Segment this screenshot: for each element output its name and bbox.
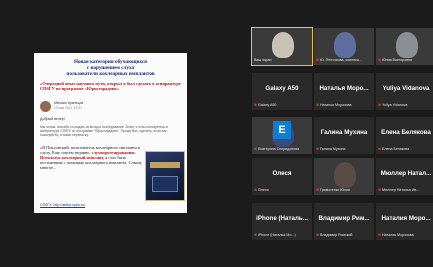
participant-caption: ✖Елена Белякова bbox=[378, 147, 433, 152]
participant-name: iPhone (Наталь... bbox=[256, 215, 308, 222]
participant-caption-text: Yuliya Vidanova bbox=[382, 103, 408, 107]
participant-caption: ✖Мюллер Наталья Ив... bbox=[378, 188, 433, 193]
post-date: 10 мая 2021, 19:31 bbox=[54, 106, 82, 110]
participant-video bbox=[334, 162, 356, 188]
participant-caption: ✖Наталия Морозова bbox=[378, 233, 433, 238]
participant-tile[interactable]: Олеся ✖Олеся bbox=[252, 158, 312, 195]
participant-caption-text: iPhone (Наталья Мо...) bbox=[258, 233, 296, 237]
participant-name: Галина Мухина bbox=[320, 129, 368, 136]
shared-presentation-slide: Новая категория обучающихся с нарушением… bbox=[34, 53, 187, 213]
participant-caption: ✖Ю. Пеночкова, клиника... bbox=[316, 58, 372, 63]
participant-caption-text: Юлия Викторовна bbox=[382, 58, 413, 62]
participant-caption: Ваш экран bbox=[254, 58, 310, 63]
slide-title: Новая категория обучающихся с нарушением… bbox=[40, 59, 181, 78]
participant-tile[interactable]: Мюллер Натал... ✖Мюллер Наталья Ив... bbox=[376, 158, 433, 195]
participant-caption-text: Наталия Морозова bbox=[382, 233, 414, 237]
participant-caption: ✖Грамотенко Юлия bbox=[316, 188, 372, 193]
participant-caption: ✖Владимир Римский bbox=[316, 233, 372, 238]
mic-muted-icon: ✖ bbox=[316, 147, 320, 151]
slide-link[interactable]: СПбГУ: http://abitur.spbu.ru/ bbox=[40, 203, 85, 207]
participant-caption-text: Владимир Римский bbox=[320, 233, 353, 237]
participant-video bbox=[272, 32, 294, 58]
book-stripe bbox=[150, 162, 180, 168]
book-panel bbox=[152, 176, 178, 192]
participant-caption: ✖Galaxy A50 bbox=[254, 103, 310, 108]
participant-tile[interactable]: ✖Юлия Викторовна bbox=[376, 28, 433, 65]
participant-caption-text: Олеся bbox=[258, 188, 269, 192]
mic-muted-icon: ✖ bbox=[378, 188, 382, 192]
mic-muted-icon: ✖ bbox=[316, 58, 320, 62]
participant-tile[interactable]: Ваш экран bbox=[251, 27, 313, 66]
post-author: Михаил Кузнецов bbox=[54, 101, 84, 105]
participant-caption-text: Ваш экран bbox=[254, 58, 272, 62]
mic-muted-icon: ✖ bbox=[378, 103, 382, 107]
participant-name: Наталья Моро... bbox=[319, 85, 369, 92]
participant-caption-text: Екатерина Спиридонова bbox=[258, 147, 300, 151]
participant-caption: ✖Галина Мухина bbox=[316, 147, 372, 152]
participant-tile[interactable]: Yuliya Vidanova ✖Yuliya Vidanova bbox=[376, 73, 433, 110]
mic-muted-icon: ✖ bbox=[316, 188, 320, 192]
book-cover-image bbox=[145, 151, 185, 201]
participant-caption-text: Galaxy A50 bbox=[258, 103, 277, 107]
participant-tile[interactable]: Галина Мухина ✖Галина Мухина bbox=[314, 117, 374, 154]
participant-name: Yuliya Vidanova bbox=[382, 85, 430, 92]
participant-name: Владимир Рим... bbox=[318, 215, 370, 222]
participant-caption-text: Наталья Морозова bbox=[320, 103, 352, 107]
post-text: Мы хотим, спасибо господам за вклад в ис… bbox=[40, 125, 168, 138]
participant-tile[interactable]: Наталья Моро... ✖Наталья Морозова bbox=[314, 73, 374, 110]
participant-caption-text: Грамотенко Юлия bbox=[320, 188, 350, 192]
mic-muted-icon: ✖ bbox=[378, 58, 382, 62]
mic-muted-icon: ✖ bbox=[254, 233, 258, 237]
participant-caption: ✖Юлия Викторовна bbox=[378, 58, 433, 63]
participant-tile[interactable]: Наталия Моро... ✖Наталия Морозова bbox=[376, 203, 433, 240]
mic-muted-icon: ✖ bbox=[378, 147, 382, 151]
mic-muted-icon: ✖ bbox=[316, 103, 320, 107]
participant-caption: ✖Yuliya Vidanova bbox=[378, 103, 433, 108]
video-conference-view: Новая категория обучающихся с нарушением… bbox=[0, 0, 433, 267]
participant-tile[interactable]: ✖Грамотенко Юлия bbox=[314, 158, 374, 195]
participant-caption: ✖Екатерина Спиридонова bbox=[254, 147, 310, 152]
participant-name: Galaxy A50 bbox=[265, 85, 299, 92]
participant-caption: ✖Олеся bbox=[254, 188, 310, 193]
participant-tile[interactable]: E ✖Екатерина Спиридонова bbox=[252, 117, 312, 154]
mic-muted-icon: ✖ bbox=[254, 188, 258, 192]
post-greeting: Добрый вечер! bbox=[40, 117, 65, 121]
slide-body: «Я Поклонский, пользователь кохлеарного … bbox=[40, 145, 142, 170]
participant-caption-text: Елена Белякова bbox=[382, 147, 410, 151]
participant-video bbox=[334, 32, 356, 58]
participant-tile[interactable]: ✖Ю. Пеночкова, клиника... bbox=[314, 28, 374, 65]
participant-tile[interactable]: Владимир Рим... ✖Владимир Римский bbox=[314, 203, 374, 240]
participant-caption: ✖iPhone (Наталья Мо...) bbox=[254, 233, 310, 238]
slide-title-line: пользователи кохлеарных имплантов bbox=[66, 71, 155, 78]
participant-caption-text: Ю. Пеночкова, клиника... bbox=[320, 58, 362, 62]
participant-name: Олеся bbox=[272, 170, 292, 177]
participant-name: Наталия Моро... bbox=[381, 215, 431, 222]
mic-muted-icon: ✖ bbox=[378, 233, 382, 237]
mic-muted-icon: ✖ bbox=[316, 233, 320, 237]
participant-caption-text: Галина Мухина bbox=[320, 147, 346, 151]
participant-name: Елена Белякова bbox=[381, 129, 431, 136]
post-header: Михаил Кузнецов 10 мая 2021, 19:31 bbox=[40, 101, 160, 115]
participant-name: Мюллер Натал... bbox=[380, 170, 432, 177]
avatar bbox=[40, 101, 51, 112]
participant-tile[interactable]: Galaxy A50 ✖Galaxy A50 bbox=[252, 73, 312, 110]
participant-caption-text: Мюллер Наталья Ив... bbox=[382, 188, 420, 192]
participant-video bbox=[396, 32, 418, 58]
mic-muted-icon: ✖ bbox=[254, 103, 258, 107]
mic-muted-icon: ✖ bbox=[254, 147, 258, 151]
slide-intro: «Очередной опыт научного пути, открыл я … bbox=[40, 81, 181, 92]
avatar-letter-e: E bbox=[273, 121, 291, 139]
participant-caption: ✖Наталья Морозова bbox=[316, 103, 372, 108]
participant-tile[interactable]: Елена Белякова ✖Елена Белякова bbox=[376, 117, 433, 154]
participant-tile[interactable]: iPhone (Наталь... ✖iPhone (Наталья Мо...) bbox=[252, 203, 312, 240]
